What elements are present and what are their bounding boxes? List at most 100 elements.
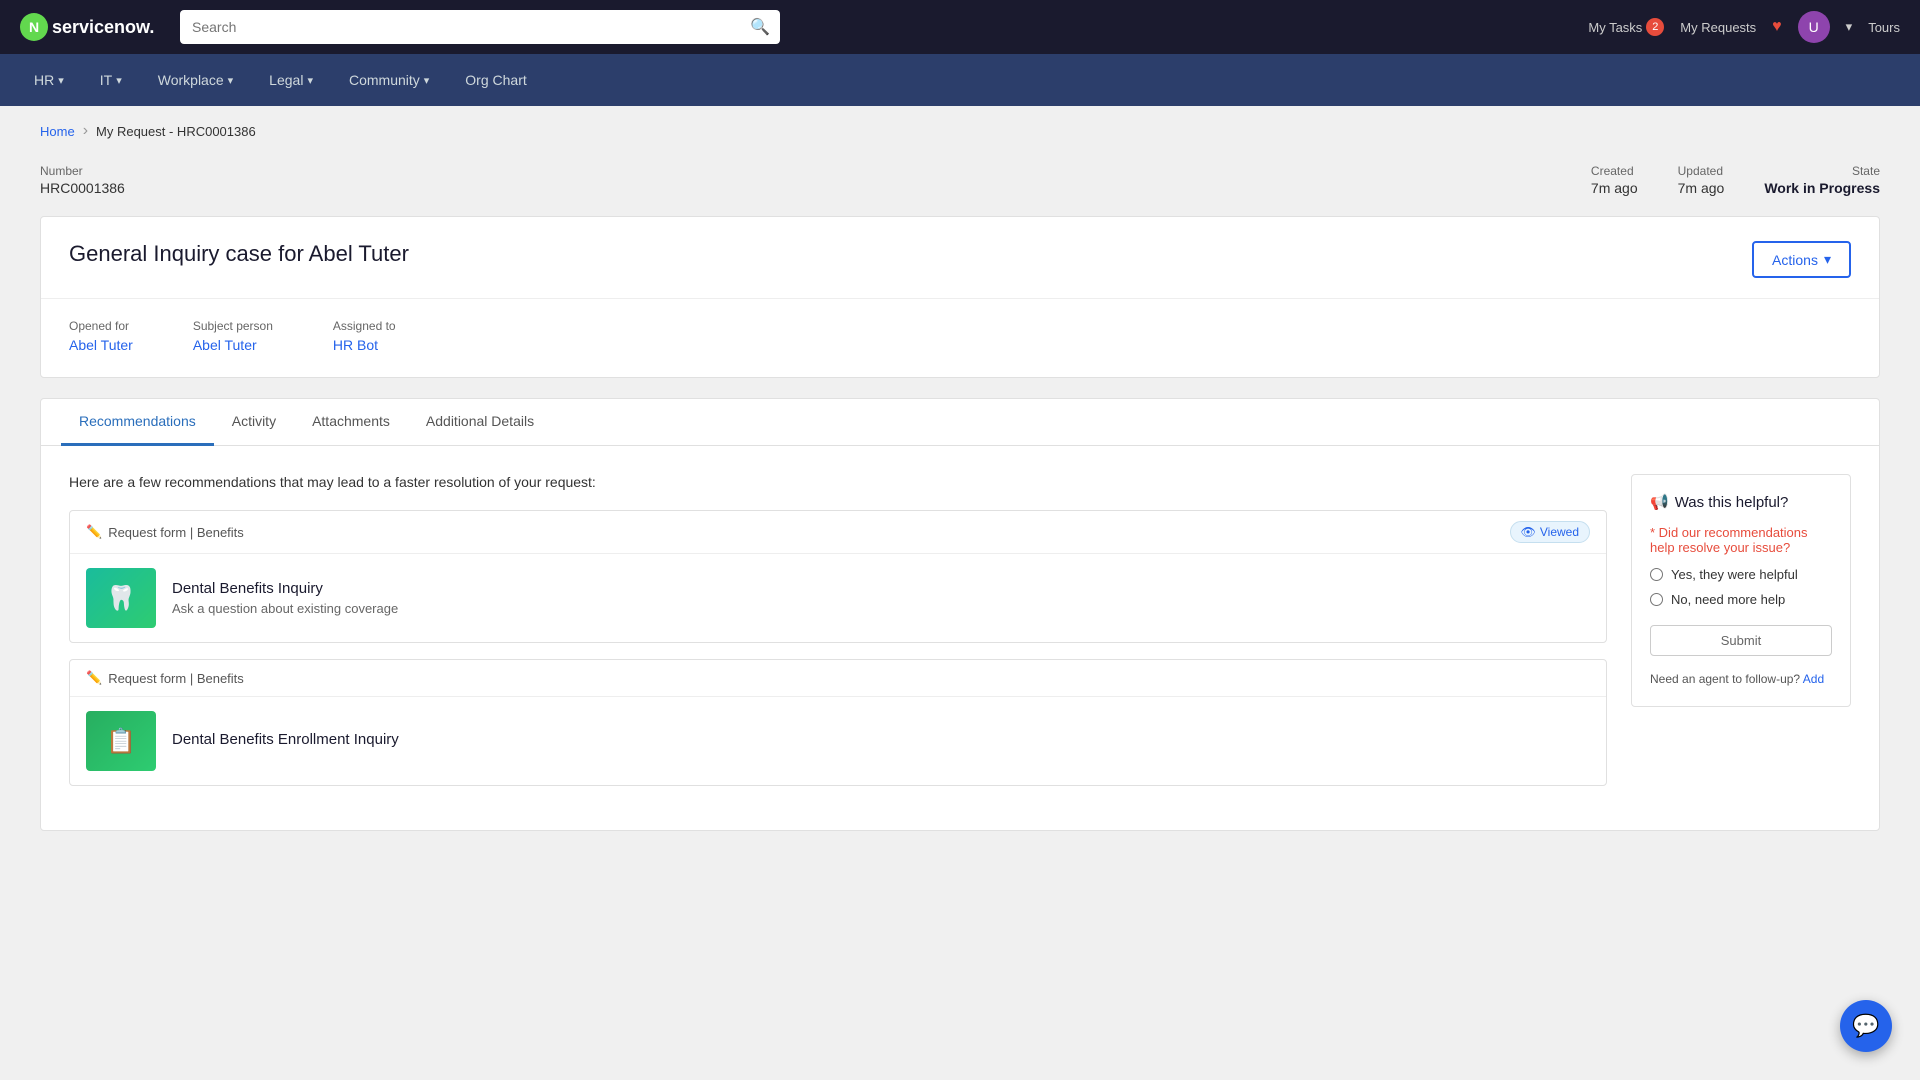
viewed-label-1: Viewed [1540,525,1579,539]
tab-recommendations[interactable]: Recommendations [61,399,214,446]
top-nav: N servicenow. 🔍 My Tasks 2 My Requests ♥… [0,0,1920,54]
number-label: Number [40,164,125,178]
chevron-legal-icon: ▾ [307,74,313,87]
chevron-community-icon: ▾ [424,74,430,87]
nav-item-org-chart[interactable]: Org Chart [451,54,540,106]
state-value: Work in Progress [1764,180,1880,196]
logo[interactable]: N servicenow. [20,13,160,41]
subject-person-field: Subject person Abel Tuter [193,319,273,353]
state-label: State [1764,164,1880,178]
add-link[interactable]: Add [1803,672,1824,686]
chat-button[interactable]: 💬 [1840,1000,1892,1052]
helpful-sidebar: 📢 Was this helpful? * Did our recommenda… [1631,474,1851,802]
favorites-icon[interactable]: ♥ [1772,18,1782,36]
rec-card-1-type-label: Request form | Benefits [108,525,244,540]
tab-additional-details[interactable]: Additional Details [408,399,552,446]
my-requests-nav-item[interactable]: My Requests [1680,20,1756,35]
assigned-to-label: Assigned to [333,319,396,333]
tab-attachments[interactable]: Attachments [294,399,408,446]
avatar[interactable]: U [1798,11,1830,43]
tabs-bar: Recommendations Activity Attachments Add… [41,399,1879,446]
radio-option-no[interactable]: No, need more help [1650,592,1832,607]
eye-icon-1: 👁 [1521,525,1536,539]
created-section: Created 7m ago [1591,164,1638,196]
rec-thumbnail-icon-1: 🦷 [106,584,136,613]
rec-title-1: Dental Benefits Inquiry [172,580,398,597]
actions-button[interactable]: Actions ▾ [1752,241,1851,278]
nav-item-hr[interactable]: HR ▾ [20,54,78,106]
opened-for-value[interactable]: Abel Tuter [69,337,133,353]
chat-icon: 💬 [1852,1013,1879,1039]
radio-yes-label: Yes, they were helpful [1671,567,1798,582]
assigned-to-value[interactable]: HR Bot [333,337,378,353]
helpful-question-text: Did our recommendations help resolve you… [1650,525,1808,555]
secondary-nav: HR ▾ IT ▾ Workplace ▾ Legal ▾ Community … [0,54,1920,106]
rec-card-2-header: ✏️ Request form | Benefits [70,660,1606,697]
rec-subtitle-1: Ask a question about existing coverage [172,601,398,616]
tours-label: Tours [1868,20,1900,35]
rec-description: Here are a few recommendations that may … [69,474,1607,490]
subject-person-value[interactable]: Abel Tuter [193,337,257,353]
opened-for-field: Opened for Abel Tuter [69,319,133,353]
header-meta: Created 7m ago Updated 7m ago State Work… [1591,164,1880,196]
search-icon[interactable]: 🔍 [750,17,770,37]
nav-label-workplace: Workplace [158,72,224,88]
actions-chevron-icon: ▾ [1824,251,1831,268]
opened-for-label: Opened for [69,319,133,333]
tours-nav-item[interactable]: Tours [1868,20,1900,35]
my-tasks-nav-item[interactable]: My Tasks 2 [1588,18,1664,36]
case-header: General Inquiry case for Abel Tuter Acti… [41,217,1879,299]
rec-thumbnail-1: 🦷 [86,568,156,628]
logo-text: servicenow. [52,17,154,38]
nav-label-community: Community [349,72,420,88]
viewed-badge-1: 👁 Viewed [1510,521,1590,543]
radio-no-label: No, need more help [1671,592,1785,607]
edit-icon-2: ✏️ [86,670,102,686]
rec-info-2: Dental Benefits Enrollment Inquiry [172,731,399,752]
nav-label-hr: HR [34,72,54,88]
radio-yes[interactable] [1650,568,1663,581]
rec-card-2-body[interactable]: 📋 Dental Benefits Enrollment Inquiry [70,697,1606,785]
need-agent-section: Need an agent to follow-up? Add [1650,670,1832,688]
rec-card-2-type-label: Request form | Benefits [108,671,244,686]
updated-value: 7m ago [1678,180,1725,196]
case-meta: Opened for Abel Tuter Subject person Abe… [41,299,1879,377]
state-section: State Work in Progress [1764,164,1880,196]
created-value: 7m ago [1591,180,1638,196]
tabs-card: Recommendations Activity Attachments Add… [40,398,1880,831]
logo-icon: N [20,13,48,41]
radio-option-yes[interactable]: Yes, they were helpful [1650,567,1832,582]
nav-item-it[interactable]: IT ▾ [86,54,136,106]
nav-label-org-chart: Org Chart [465,72,526,88]
submit-label: Submit [1721,633,1761,648]
rec-card-2: ✏️ Request form | Benefits 📋 Dental Bene… [69,659,1607,786]
breadcrumb-home[interactable]: Home [40,124,75,139]
search-bar-container: 🔍 [180,10,780,44]
submit-button[interactable]: Submit [1650,625,1832,656]
header-info: Number HRC0001386 Created 7m ago Updated… [0,156,1920,216]
radio-no[interactable] [1650,593,1663,606]
top-nav-right: My Tasks 2 My Requests ♥ U ▾ Tours [1588,11,1900,43]
megaphone-icon: 📢 [1650,493,1669,511]
chevron-workplace-icon: ▾ [228,74,234,87]
helpful-title-text: Was this helpful? [1675,494,1789,511]
edit-icon-1: ✏️ [86,524,102,540]
number-value: HRC0001386 [40,180,125,196]
helpful-title: 📢 Was this helpful? [1650,493,1832,511]
rec-card-1-header: ✏️ Request form | Benefits 👁 Viewed [70,511,1606,554]
breadcrumb-separator: › [83,122,88,140]
breadcrumb-current: My Request - HRC0001386 [96,124,256,139]
rec-card-1-type: ✏️ Request form | Benefits [86,524,244,540]
case-number-section: Number HRC0001386 [40,164,125,196]
recommendations-main: Here are a few recommendations that may … [69,474,1607,802]
search-input[interactable] [180,10,780,44]
nav-item-workplace[interactable]: Workplace ▾ [144,54,247,106]
tab-content: Here are a few recommendations that may … [41,446,1879,830]
nav-item-community[interactable]: Community ▾ [335,54,443,106]
helpful-card: 📢 Was this helpful? * Did our recommenda… [1631,474,1851,707]
rec-card-1-body[interactable]: 🦷 Dental Benefits Inquiry Ask a question… [70,554,1606,642]
tab-activity[interactable]: Activity [214,399,294,446]
nav-item-legal[interactable]: Legal ▾ [255,54,327,106]
chevron-down-icon[interactable]: ▾ [1846,19,1853,35]
rec-title-2: Dental Benefits Enrollment Inquiry [172,731,399,748]
